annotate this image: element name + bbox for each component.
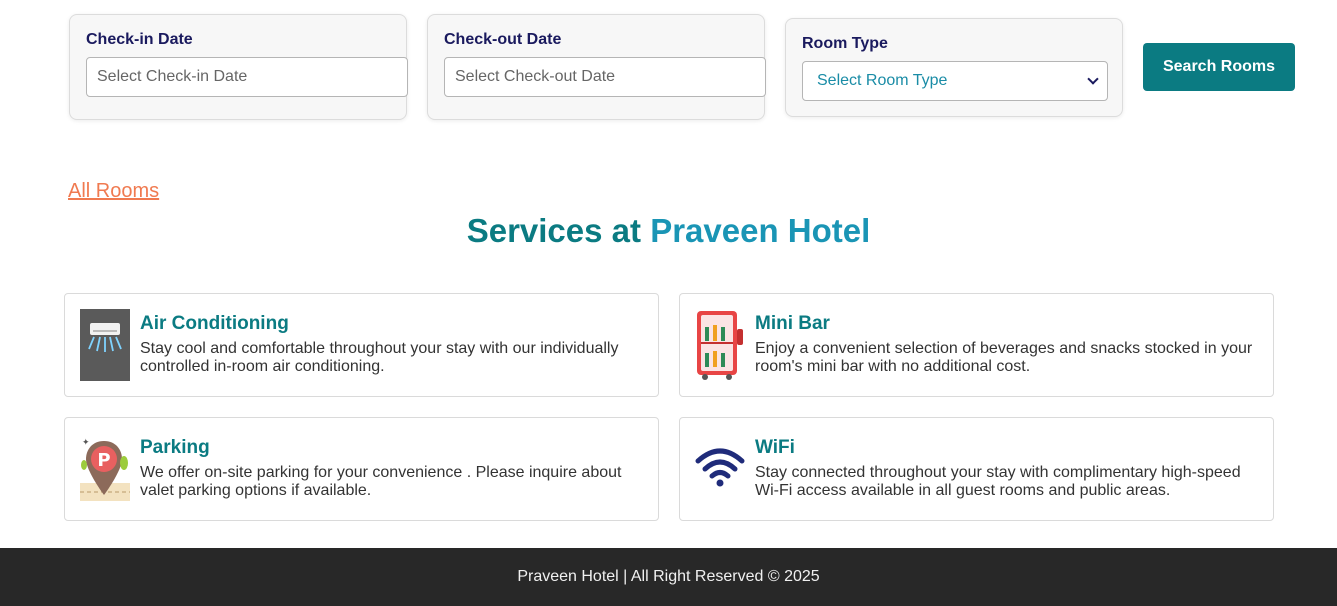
footer: Praveen Hotel | All Right Reserved © 202… (0, 548, 1337, 606)
checkin-date-input[interactable] (86, 57, 408, 97)
services-title: Services at Praveen Hotel (0, 212, 1337, 250)
air-conditioner-icon (80, 309, 130, 381)
mini-fridge-icon (695, 309, 745, 381)
service-name: Parking (140, 437, 210, 458)
checkout-card: Check-out Date (427, 14, 766, 120)
service-card-wifi: WiFi Stay connected throughout your stay… (679, 417, 1274, 521)
service-description: Stay connected throughout your stay with… (755, 464, 1241, 499)
svg-text:P: P (97, 450, 110, 471)
service-card-parking: P ✦ Parking We offer on-site parking for… (64, 417, 659, 521)
service-name: WiFi (755, 437, 795, 458)
room-type-card: Room Type Select Room Type (785, 18, 1123, 117)
chevron-down-icon (1087, 73, 1099, 85)
svg-text:✦: ✦ (82, 438, 90, 448)
services-title-prefix: Services at (466, 212, 642, 249)
services-title-hotel-name: Praveen Hotel (650, 212, 871, 249)
checkout-label: Check-out Date (444, 31, 562, 48)
wifi-icon (695, 435, 745, 507)
service-card-air-conditioning: Air Conditioning Stay cool and comfortab… (64, 293, 659, 397)
service-description: Stay cool and comfortable throughout you… (140, 340, 619, 375)
search-rooms-button[interactable]: Search Rooms (1143, 43, 1295, 91)
room-type-label: Room Type (802, 35, 888, 52)
service-name: Mini Bar (755, 313, 830, 334)
parking-pin-icon: P ✦ (80, 435, 130, 507)
footer-text: Praveen Hotel | All Right Reserved © 202… (517, 568, 820, 585)
service-description: We offer on-site parking for your conven… (140, 464, 622, 499)
service-name: Air Conditioning (140, 313, 289, 334)
room-type-selected-value: Select Room Type (817, 72, 948, 89)
all-rooms-link[interactable]: All Rooms (68, 180, 159, 203)
room-type-select[interactable]: Select Room Type (802, 61, 1108, 101)
checkin-label: Check-in Date (86, 31, 193, 48)
service-card-mini-bar: Mini Bar Enjoy a convenient selection of… (679, 293, 1274, 397)
checkout-date-input[interactable] (444, 57, 766, 97)
checkin-card: Check-in Date (69, 14, 408, 120)
service-description: Enjoy a convenient selection of beverage… (755, 340, 1253, 375)
